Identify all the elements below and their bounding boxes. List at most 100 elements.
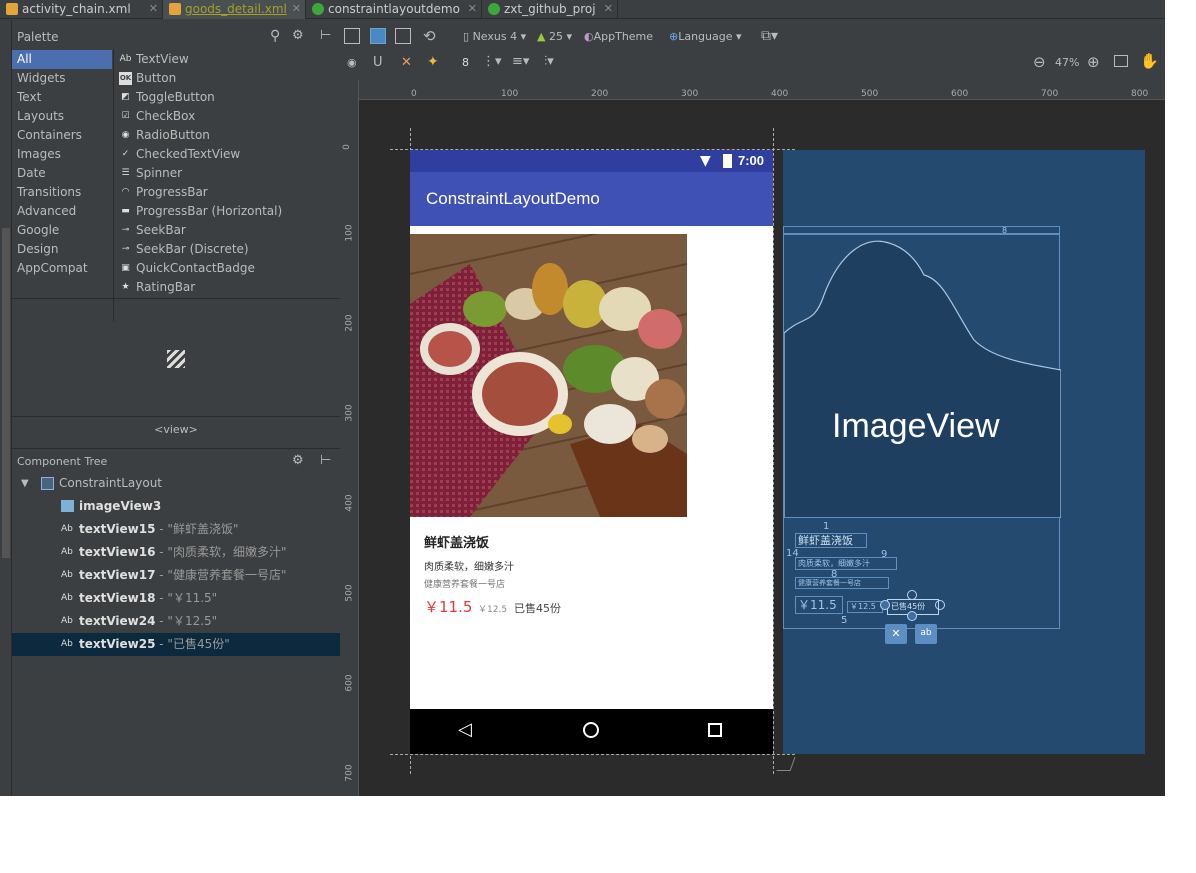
layout-variants-icon[interactable]: ⧉▾ xyxy=(761,28,778,44)
tree-item-textview24[interactable]: Ab textView24 - "￥12.5" xyxy=(12,610,340,633)
tab-constraintlayoutdemo[interactable]: constraintlayoutdemo ✕ xyxy=(306,0,482,19)
textview-icon: Ab xyxy=(61,570,73,580)
constraint-handle-top[interactable] xyxy=(907,590,917,600)
bp-textview24[interactable]: ￥12.5 xyxy=(847,601,883,613)
bp-textview18[interactable]: ￥11.5 xyxy=(795,596,843,614)
widget-checkedtextview[interactable]: ✓ CheckedTextView xyxy=(117,145,241,164)
bp-textview15[interactable]: 鲜虾盖浇饭 xyxy=(795,533,867,548)
expand-arrow-icon[interactable]: ▼ xyxy=(21,472,29,495)
category-images[interactable]: Images xyxy=(12,145,112,164)
tab-zxt-github-proj[interactable]: zxt_github_proj ✕ xyxy=(482,0,618,19)
close-icon[interactable]: ✕ xyxy=(468,0,477,18)
tab-goods-detail[interactable]: goods_detail.xml ✕ xyxy=(163,0,306,19)
zoom-fit-icon[interactable] xyxy=(1114,55,1128,67)
category-containers[interactable]: Containers xyxy=(12,126,112,145)
widget-progressbar-horizontal[interactable]: ▬ ProgressBar (Horizontal) xyxy=(117,202,282,221)
constraint-handle-bottom[interactable] xyxy=(907,611,917,621)
tree-item-textview16[interactable]: Ab textView16 - "肉质柔软，细嫩多汁" xyxy=(12,541,340,564)
orientation-icon[interactable]: ⟲ xyxy=(423,27,436,45)
baseline-button[interactable]: ab xyxy=(915,624,937,644)
guidelines-icon[interactable]: ⫶▾ xyxy=(544,54,554,69)
widget-radiobutton[interactable]: ◉ RadioButton xyxy=(117,126,210,145)
textview-icon: Ab xyxy=(61,593,73,603)
theme-selector[interactable]: ◐AppTheme xyxy=(584,30,653,43)
category-date[interactable]: Date xyxy=(12,164,112,183)
widget-togglebutton[interactable]: ◩ ToggleButton xyxy=(117,88,215,107)
phone-preview[interactable]: ▼ 7:00 ConstraintLayoutDemo 鲜虾盖浇饭 肉质柔软，细… xyxy=(410,150,773,754)
preview-tag: <view> xyxy=(12,416,340,442)
ruler-label: 0 xyxy=(341,144,352,150)
category-widgets[interactable]: Widgets xyxy=(12,69,112,88)
split-view-icon[interactable] xyxy=(395,28,411,44)
hide-panel-icon[interactable]: ⊢ xyxy=(320,453,331,468)
widget-seekbar[interactable]: ⊸ SeekBar xyxy=(117,221,186,240)
recents-icon[interactable] xyxy=(708,723,722,737)
blueprint-view-icon[interactable] xyxy=(370,28,386,44)
side-scrollbar[interactable] xyxy=(2,228,10,558)
category-text[interactable]: Text xyxy=(12,88,112,107)
widget-quickcontactbadge[interactable]: ▣ QuickContactBadge xyxy=(117,259,255,278)
tree-item-id: textView24 xyxy=(79,614,156,628)
tree-item-textview15[interactable]: Ab textView15 - "鲜虾盖浇饭" xyxy=(12,518,340,541)
hide-panel-icon[interactable]: ⊢ xyxy=(320,28,331,43)
food-image[interactable] xyxy=(410,234,687,517)
constraint-handle-left[interactable] xyxy=(880,600,890,610)
eye-icon[interactable]: ◉ xyxy=(347,56,357,69)
clear-constraints-icon[interactable]: ✕ xyxy=(401,55,412,70)
ruler-label: 200 xyxy=(591,89,609,99)
home-icon[interactable] xyxy=(583,722,599,738)
ruler-label: 300 xyxy=(344,404,355,422)
tree-item-textview18[interactable]: Ab textView18 - "￥11.5" xyxy=(12,587,340,610)
category-all[interactable]: All xyxy=(12,50,112,69)
constraint-handle-right[interactable] xyxy=(935,600,945,610)
category-advanced[interactable]: Advanced xyxy=(12,202,112,221)
widget-checkbox[interactable]: ☑ CheckBox xyxy=(117,107,195,126)
tree-item-imageview3[interactable]: imageView3 xyxy=(12,495,340,518)
language-selector[interactable]: ⊕Language ▾ xyxy=(669,30,742,43)
bp-textview17[interactable]: 健康营养套餐一号店 xyxy=(795,577,889,589)
default-margin[interactable]: 8 xyxy=(462,56,469,69)
category-design[interactable]: Design xyxy=(12,240,112,259)
star-icon: ★ xyxy=(121,282,130,292)
close-icon[interactable]: ✕ xyxy=(292,0,301,18)
tree-root-row[interactable]: ▼ ConstraintLayout xyxy=(12,472,340,495)
category-transitions[interactable]: Transitions xyxy=(12,183,112,202)
widget-button[interactable]: OK Button xyxy=(117,69,176,88)
category-google[interactable]: Google xyxy=(12,221,112,240)
zoom-out-icon[interactable]: ⊖ xyxy=(1033,53,1046,71)
widget-seekbar-discrete[interactable]: ⊸ SeekBar (Discrete) xyxy=(117,240,249,259)
search-icon[interactable]: ⚲ xyxy=(270,28,280,44)
api-selector[interactable]: ▲ 25 ▾ xyxy=(537,30,572,43)
tab-activity-chain[interactable]: activity_chain.xml ✕ xyxy=(0,0,163,19)
tree-item-textview25[interactable]: Ab textView25 - "已售45份" xyxy=(12,633,340,656)
module-icon xyxy=(312,3,324,15)
clear-constraint-button[interactable]: ✕ xyxy=(885,624,907,644)
design-view-icon[interactable] xyxy=(344,28,360,44)
widget-spinner[interactable]: ☰ Spinner xyxy=(117,164,182,183)
pan-hand-icon[interactable]: ✋ xyxy=(1140,52,1159,70)
zoom-in-icon[interactable]: ⊕ xyxy=(1087,53,1100,71)
blueprint-view[interactable]: ImageView 8 1 14 9 8 5 鲜虾盖浇饭 肉质柔软，细嫩多汁 健… xyxy=(783,150,1145,754)
widget-ratingbar[interactable]: ★ RatingBar xyxy=(117,278,195,297)
bp-textview16[interactable]: 肉质柔软，细嫩多汁 xyxy=(795,557,897,570)
tab-label: activity_chain.xml xyxy=(22,2,131,16)
widget-textview[interactable]: Ab TextView xyxy=(117,50,189,69)
widget-label: Button xyxy=(136,71,177,85)
blueprint-imageview[interactable]: ImageView xyxy=(783,234,1061,518)
close-icon[interactable]: ✕ xyxy=(604,0,613,18)
tree-item-id: textView16 xyxy=(79,545,156,559)
close-icon[interactable]: ✕ xyxy=(149,0,158,18)
magnet-icon[interactable]: U xyxy=(373,55,383,70)
device-selector[interactable]: ▯ Nexus 4 ▾ xyxy=(463,30,526,43)
align-icon[interactable]: ≡▾ xyxy=(512,54,529,69)
back-icon[interactable]: ◁ xyxy=(458,719,472,740)
tree-item-textview17[interactable]: Ab textView17 - "健康营养套餐一号店" xyxy=(12,564,340,587)
widget-progressbar[interactable]: ◠ ProgressBar xyxy=(117,183,208,202)
category-layouts[interactable]: Layouts xyxy=(12,107,112,126)
category-appcompat[interactable]: AppCompat xyxy=(12,259,112,278)
infer-constraints-icon[interactable]: ✦ xyxy=(427,54,439,70)
ruler-label: 400 xyxy=(771,89,789,99)
gear-icon[interactable]: ⚙ xyxy=(292,28,304,43)
gear-icon[interactable]: ⚙ xyxy=(292,453,304,468)
pack-icon[interactable]: ⋮▾ xyxy=(482,54,502,69)
